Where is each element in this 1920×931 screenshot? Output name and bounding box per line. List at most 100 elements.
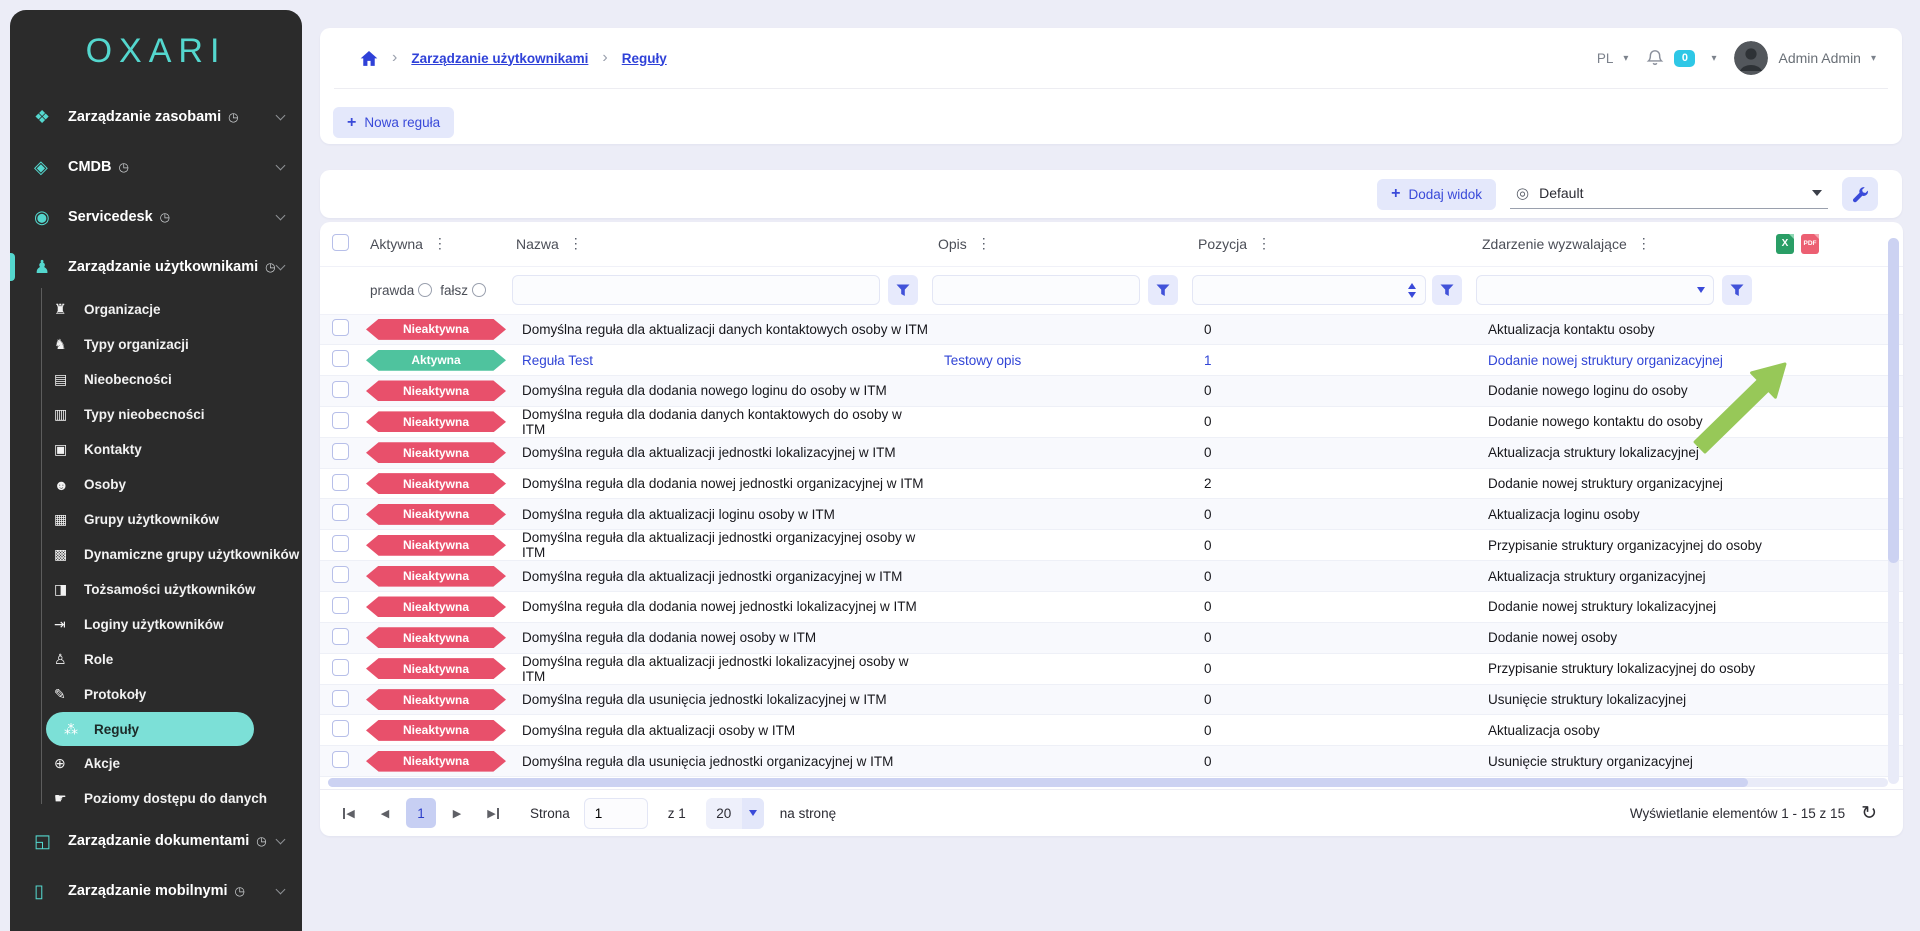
current-page-button[interactable]: 1 [406, 798, 436, 828]
position-filter-button[interactable] [1432, 275, 1462, 305]
row-checkbox[interactable] [332, 627, 349, 645]
row-checkbox[interactable] [332, 504, 349, 522]
row-checkbox[interactable] [332, 442, 349, 460]
position-stepper[interactable] [1408, 282, 1416, 298]
row-checkbox[interactable] [332, 566, 349, 584]
row-checkbox[interactable] [332, 411, 349, 429]
rule-name-cell[interactable]: Domyślna reguła dla dodania nowej osoby … [508, 622, 928, 654]
table-row[interactable]: Nieaktywna Domyślna reguła dla aktualiza… [320, 653, 1903, 685]
sidebar-item-typy-nieobecnosci[interactable]: ▥ Typy nieobecności [10, 397, 302, 432]
sidebar-item-nieobecnosci[interactable]: ▤ Nieobecności [10, 362, 302, 397]
filter-false-radio[interactable] [472, 283, 487, 297]
position-filter-input[interactable] [1192, 275, 1426, 305]
sidebar-item-akcje[interactable]: ⊕ Akcje [10, 746, 302, 781]
row-checkbox[interactable] [332, 658, 349, 676]
sidebar-item-ustawienia[interactable]: ⚙ Ustawienia ◷ [10, 916, 302, 931]
table-row[interactable]: Nieaktywna Domyślna reguła dla aktualiza… [320, 529, 1903, 562]
column-menu-icon[interactable]: ⋮ [1637, 235, 1651, 252]
description-filter-button[interactable] [1148, 275, 1178, 305]
table-row[interactable]: Nieaktywna Domyślna reguła dla aktualiza… [320, 714, 1903, 747]
name-filter-button[interactable] [888, 275, 918, 305]
avatar[interactable] [1734, 41, 1769, 75]
rule-name-cell[interactable]: Reguła Test [508, 344, 928, 377]
last-page-button[interactable]: ▶ [478, 798, 508, 828]
table-row[interactable]: Nieaktywna Domyślna reguła dla usunięcia… [320, 684, 1903, 716]
sidebar-item-reguly[interactable]: ⁂ Reguły [46, 712, 254, 746]
horizontal-scrollbar[interactable] [328, 778, 1888, 787]
vertical-scrollbar[interactable] [1888, 238, 1899, 784]
notification-count-badge[interactable]: 0 [1674, 49, 1696, 67]
table-row[interactable]: Nieaktywna Domyślna reguła dla aktualiza… [320, 560, 1903, 593]
notification-chevron-icon[interactable]: ▾ [1711, 53, 1716, 64]
rule-name-cell[interactable]: Domyślna reguła dla aktualizacji danych … [508, 314, 928, 346]
column-menu-icon[interactable]: ⋮ [569, 235, 583, 252]
rule-name-cell[interactable]: Domyślna reguła dla usunięcia jednostki … [508, 684, 928, 716]
language-selector[interactable]: PL [1597, 51, 1614, 66]
sidebar-item-organizacje[interactable]: ♜ Organizacje [10, 292, 302, 327]
column-menu-icon[interactable]: ⋮ [433, 235, 447, 252]
column-header-active[interactable]: Aktywna ⋮ [360, 222, 508, 267]
add-view-button[interactable]: + Dodaj widok [1377, 178, 1496, 210]
row-checkbox[interactable] [332, 720, 349, 738]
column-header-position[interactable]: Pozycja ⋮ [1188, 222, 1472, 267]
row-checkbox[interactable] [332, 535, 349, 553]
refresh-icon[interactable]: ↻ [1861, 802, 1877, 825]
rule-name-cell[interactable]: Domyślna reguła dla aktualizacji jednost… [508, 653, 928, 685]
rule-name-cell[interactable]: Domyślna reguła dla aktualizacji jednost… [508, 529, 928, 562]
table-row[interactable]: Nieaktywna Domyślna reguła dla aktualiza… [320, 498, 1903, 531]
row-checkbox[interactable] [332, 319, 349, 337]
rule-name-cell[interactable]: Domyślna reguła dla aktualizacji jednost… [508, 437, 928, 469]
new-rule-button[interactable]: + Nowa reguła [333, 107, 455, 138]
rule-name-cell[interactable]: Domyślna reguła dla dodania nowej jednos… [508, 468, 928, 500]
previous-page-button[interactable]: ◀ [370, 798, 400, 828]
column-menu-icon[interactable]: ⋮ [1257, 235, 1271, 252]
column-header-trigger-event[interactable]: Zdarzenie wyzwalające ⋮ X PDF [1472, 222, 1903, 267]
row-checkbox[interactable] [332, 596, 349, 614]
row-checkbox[interactable] [332, 380, 349, 398]
row-checkbox[interactable] [332, 350, 349, 368]
event-filter-button[interactable] [1722, 275, 1752, 305]
table-row[interactable]: Nieaktywna Domyślna reguła dla dodania n… [320, 591, 1903, 623]
rule-name-cell[interactable]: Domyślna reguła dla dodania nowej jednos… [508, 591, 928, 623]
sidebar-item-zarzadzanie-uzytkownikami[interactable]: ♟ Zarządzanie użytkownikami ◷ [10, 242, 302, 292]
name-filter-input[interactable] [512, 275, 880, 305]
sidebar-item-zarzadzanie-mobilnymi[interactable]: ▯ Zarządzanie mobilnymi ◷ [10, 866, 302, 916]
sidebar-item-role[interactable]: ♙ Role [10, 642, 302, 677]
table-row[interactable]: Nieaktywna Domyślna reguła dla usunięcia… [320, 745, 1903, 778]
next-page-button[interactable]: ▶ [442, 798, 472, 828]
breadcrumb-link-users-management[interactable]: Zarządzanie użytkownikami [411, 51, 588, 66]
view-settings-button[interactable] [1842, 177, 1878, 211]
sidebar-item-typy-organizacji[interactable]: ♞ Typy organizacji [10, 327, 302, 362]
export-excel-icon[interactable]: X [1776, 233, 1794, 254]
view-selector[interactable]: ◎ Default [1510, 179, 1828, 209]
filter-true-radio[interactable] [418, 283, 433, 297]
first-page-button[interactable]: ◀ [334, 798, 364, 828]
column-header-description[interactable]: Opis ⋮ [928, 222, 1188, 267]
row-checkbox[interactable] [332, 751, 349, 769]
table-row[interactable]: Nieaktywna Domyślna reguła dla aktualiza… [320, 437, 1903, 469]
sidebar-item-cmdb[interactable]: ◈ CMDB ◷ [10, 142, 302, 192]
page-number-input[interactable] [583, 797, 648, 829]
sidebar-item-servicedesk[interactable]: ◉ Servicedesk ◷ [10, 192, 302, 242]
description-filter-input[interactable] [932, 275, 1140, 305]
table-row[interactable]: Nieaktywna Domyślna reguła dla dodania n… [320, 622, 1903, 654]
page-size-select[interactable]: 20 [705, 797, 764, 829]
table-row[interactable]: Nieaktywna Domyślna reguła dla dodania n… [320, 375, 1903, 407]
table-row[interactable]: Nieaktywna Domyślna reguła dla aktualiza… [320, 314, 1903, 346]
event-filter-select[interactable] [1476, 275, 1714, 305]
sidebar-item-kontakty[interactable]: ▣ Kontakty [10, 432, 302, 467]
column-header-name[interactable]: Nazwa ⋮ [508, 222, 928, 267]
rule-name-cell[interactable]: Domyślna reguła dla dodania nowego login… [508, 375, 928, 407]
home-icon[interactable] [360, 50, 378, 67]
breadcrumb-link-rules[interactable]: Reguły [622, 51, 667, 66]
table-row[interactable]: Nieaktywna Domyślna reguła dla dodania d… [320, 406, 1903, 438]
row-checkbox[interactable] [332, 689, 349, 707]
sidebar-item-grupy-uzytkownikow[interactable]: ▦ Grupy użytkowników [10, 502, 302, 537]
select-all-checkbox[interactable] [332, 233, 349, 251]
rule-name-cell[interactable]: Domyślna reguła dla usunięcia jednostki … [508, 745, 928, 778]
sidebar-item-poziomy-dostepu[interactable]: ☛ Poziomy dostępu do danych [10, 781, 302, 816]
table-row[interactable]: Nieaktywna Domyślna reguła dla dodania n… [320, 468, 1903, 500]
sidebar-item-loginy-uzytkownikow[interactable]: ⇥ Loginy użytkowników [10, 607, 302, 642]
row-checkbox[interactable] [332, 473, 349, 491]
column-menu-icon[interactable]: ⋮ [977, 235, 991, 252]
